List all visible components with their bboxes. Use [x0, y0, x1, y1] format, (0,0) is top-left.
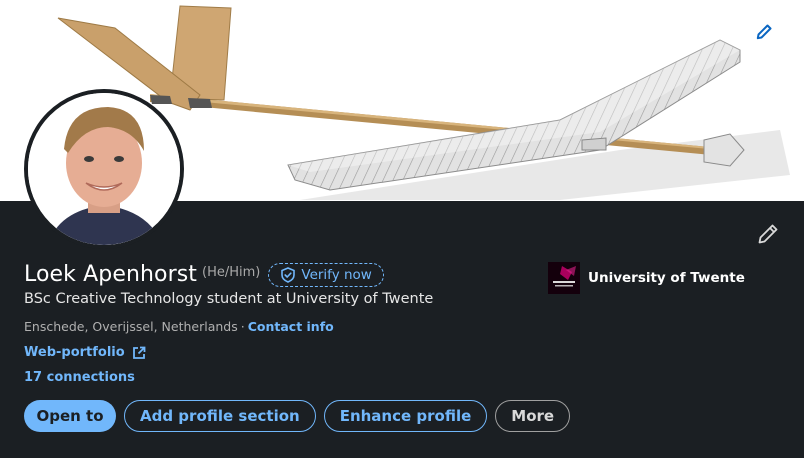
edit-cover-button[interactable]: [756, 24, 780, 48]
open-to-button[interactable]: Open to: [24, 400, 116, 432]
education-item[interactable]: University of Twente: [548, 262, 745, 294]
pencil-icon: [756, 24, 772, 40]
enhance-profile-button[interactable]: Enhance profile: [323, 400, 488, 432]
location-row: Enschede, Overijssel, Netherlands · Contac…: [24, 319, 334, 334]
university-logo: [548, 262, 580, 294]
web-portfolio-link[interactable]: Web-portfolio: [24, 345, 146, 360]
connections-link[interactable]: 17 connections: [24, 370, 135, 385]
headline: BSc Creative Technology student at Unive…: [24, 291, 434, 307]
profile-actions: Open to Add profile section Enhance prof…: [24, 400, 578, 432]
contact-info-link[interactable]: Contact info: [248, 319, 334, 334]
verify-label: Verify now: [301, 266, 372, 283]
pencil-icon: [758, 224, 778, 244]
location: Enschede, Overijssel, Netherlands: [24, 319, 238, 334]
more-button[interactable]: More: [495, 400, 571, 432]
portfolio-label: Web-portfolio: [24, 345, 125, 360]
university-name: University of Twente: [588, 270, 745, 286]
external-link-icon: [132, 346, 146, 360]
name-row: Loek Apenhorst (He/Him) Verify now: [24, 262, 384, 287]
separator: ·: [240, 319, 245, 334]
pronouns: (He/Him): [202, 265, 261, 280]
edit-intro-button[interactable]: [754, 220, 782, 248]
profile-photo: [28, 93, 180, 245]
verify-now-button[interactable]: Verify now: [268, 262, 384, 287]
avatar[interactable]: [24, 89, 184, 249]
shield-check-icon: [280, 266, 296, 283]
profile-name: Loek Apenhorst: [24, 262, 198, 287]
add-profile-section-button[interactable]: Add profile section: [124, 400, 316, 432]
